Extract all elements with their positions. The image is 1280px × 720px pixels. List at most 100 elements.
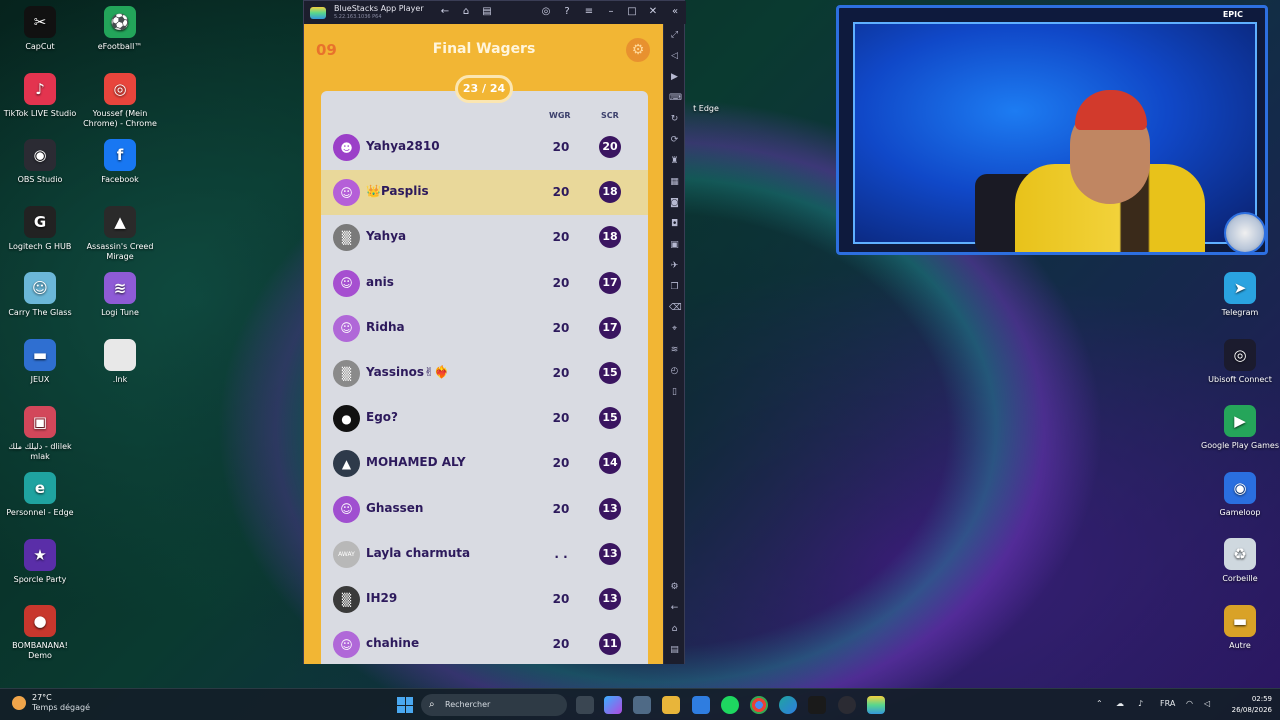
bluestacks-version: 5.22.163.1036 P64 <box>334 13 382 20</box>
bluestacks-titlebar[interactable]: BlueStacks App Player 5.22.163.1036 P64 … <box>304 1 686 24</box>
tray-wifi-icon[interactable]: ◠ <box>1186 699 1193 708</box>
account-icon[interactable]: ◎ <box>539 5 553 19</box>
desktop-icon-corbeille[interactable]: ♻ Corbeille <box>1200 538 1280 584</box>
desktop-icon-autre[interactable]: ▬ Autre <box>1200 605 1280 651</box>
player-score: 14 <box>599 452 621 475</box>
gamepad-icon[interactable]: ♜ <box>669 156 680 167</box>
tray-overflow-icon[interactable]: ⌃ <box>1096 699 1103 708</box>
player-row[interactable]: AWAY Layla charmuta . . 13 <box>321 532 648 577</box>
desktop-icon-google-play-games[interactable]: ▶ Google Play Games <box>1200 405 1280 451</box>
player-row[interactable]: ▒ Yassinos✌❤‍🔥 20 15 <box>321 351 648 396</box>
sync-icon[interactable]: ↻ <box>669 114 680 125</box>
desktop-icon-obs-studio[interactable]: ◉ OBS Studio <box>0 139 80 185</box>
player-avatar-glyph: ☺ <box>340 637 353 652</box>
tray-volume-icon[interactable]: ◁ <box>1204 699 1210 708</box>
player-row[interactable]: ▒ Yahya 20 18 <box>321 215 648 260</box>
bluestacks-taskbar-icon[interactable] <box>867 696 885 714</box>
player-row[interactable]: ☺ Ghassen 20 13 <box>321 487 648 532</box>
volume-icon[interactable]: ◁ <box>669 51 680 62</box>
desktop-icon-efootball[interactable]: ⚽ eFootball™ <box>80 6 160 52</box>
fullscreen-icon[interactable]: ⤢ <box>669 30 680 41</box>
sidebar-recent-icon[interactable]: ▤ <box>669 645 680 656</box>
player-row[interactable]: ☺ anis 20 17 <box>321 261 648 306</box>
desktop-icon-ubisoft-connect[interactable]: ◎ Ubisoft Connect <box>1200 338 1280 385</box>
media-folder-icon[interactable]: ▣ <box>669 240 680 251</box>
player-row[interactable]: ● Ego? 20 15 <box>321 396 648 441</box>
edge-icon[interactable] <box>779 696 797 714</box>
answer-counter: 23 / 24 <box>455 75 513 103</box>
collapse-sidebar-icon[interactable]: « <box>668 5 682 19</box>
airplane-icon[interactable]: ✈ <box>669 261 680 272</box>
mail-icon[interactable] <box>692 696 710 714</box>
desktop-icon-logitech-g-hub[interactable]: G Logitech G HUB <box>0 205 80 252</box>
copy-icon[interactable]: ❐ <box>669 282 680 293</box>
player-row[interactable]: ▲ MOHAMED ALY 20 14 <box>321 441 648 486</box>
macro-icon[interactable]: ▦ <box>669 177 680 188</box>
desktop-icon-bombanana-demo[interactable]: ● BOMBANANA! Demo <box>0 605 80 661</box>
desktop-icon-youssef-mein-chrome-chrome[interactable]: ◎ Youssef (Mein Chrome) - Chrome <box>80 72 160 129</box>
desktop-icon-assassin-s-creed-mirage[interactable]: ▲ Assassin's Creed Mirage <box>80 205 160 262</box>
desktop-icon-gameloop[interactable]: ◉ Gameloop <box>1200 471 1280 518</box>
location-icon[interactable]: ⌖ <box>669 324 680 335</box>
sidebar-settings-icon[interactable]: ⚙ <box>669 582 680 593</box>
rotate-icon[interactable]: ⟳ <box>669 135 680 146</box>
minimize-icon[interactable]: – <box>604 5 618 19</box>
multi-instance-icon[interactable]: ▤ <box>480 5 494 19</box>
taskbar-search[interactable]: ⌕ Rechercher <box>421 694 567 716</box>
desktop-icon-carry-the-glass[interactable]: ☺ Carry The Glass <box>0 272 80 318</box>
chrome-icon[interactable] <box>750 696 768 714</box>
taskbar-clock[interactable]: 02:59 26/08/2026 <box>1220 694 1272 716</box>
layers-icon[interactable]: ≋ <box>669 345 680 356</box>
keyboard-icon[interactable]: ⌨ <box>669 93 682 104</box>
desktop-icon-lnk[interactable]: .lnk <box>80 339 160 385</box>
store-icon[interactable] <box>633 696 651 714</box>
screenshot-icon[interactable]: ◙ <box>669 198 680 209</box>
task-view-icon[interactable] <box>576 696 594 714</box>
player-score: 13 <box>599 588 621 610</box>
close-icon[interactable]: ✕ <box>646 5 660 19</box>
desktop-icon-personnel-edge[interactable]: e Personnel - Edge <box>0 472 80 518</box>
copilot-icon[interactable] <box>604 696 622 714</box>
desktop-icon-sporcle-party[interactable]: ★ Sporcle Party <box>0 538 80 585</box>
player-avatar: AWAY <box>333 540 360 568</box>
desktop-icon-capcut[interactable]: ✂ CapCut <box>0 6 80 52</box>
back-icon[interactable]: ← <box>438 5 452 19</box>
desktop-icon-tiktok-live-studio[interactable]: ♪ TikTok LIVE Studio <box>0 72 80 119</box>
obs-icon[interactable] <box>838 696 856 714</box>
history-icon[interactable]: ◴ <box>669 366 680 377</box>
spotify-icon[interactable] <box>721 696 739 714</box>
player-row[interactable]: ▒ IH29 20 13 <box>321 577 648 622</box>
eraser-icon[interactable]: ⌫ <box>669 303 682 314</box>
desktop-icon-dlilek-mlak[interactable]: ▣ دليلك ملك - dlilek mlak <box>0 405 80 462</box>
player-row[interactable]: ☺ Ridha 20 17 <box>321 306 648 351</box>
record-icon[interactable]: ◘ <box>669 219 680 230</box>
netflix-icon[interactable] <box>808 696 826 714</box>
desktop-icon-jeux[interactable]: ▬ JEUX <box>0 339 80 385</box>
start-button[interactable] <box>397 697 413 713</box>
language-indicator[interactable]: FRA <box>1160 699 1175 708</box>
media-icon[interactable]: ▶ <box>669 72 680 83</box>
sidebar-back-icon[interactable]: ← <box>669 603 680 614</box>
desktop-icon-logi-tune[interactable]: ≋ Logi Tune <box>80 272 160 318</box>
menu-icon[interactable]: ≡ <box>582 5 596 19</box>
settings-gear-icon[interactable]: ⚙ <box>626 38 650 62</box>
help-icon[interactable]: ? <box>560 5 574 19</box>
home-icon[interactable]: ⌂ <box>459 5 473 19</box>
player-row[interactable]: ☺ 👑Pasplis 20 18 <box>321 170 648 216</box>
personnel-edge-icon: e <box>24 472 56 505</box>
tray-mic-icon[interactable]: ♪ <box>1138 699 1143 708</box>
bluestacks-window[interactable]: BlueStacks App Player 5.22.163.1036 P64 … <box>303 0 686 664</box>
maximize-icon[interactable]: □ <box>625 5 639 19</box>
sidebar-home-icon[interactable]: ⌂ <box>669 624 680 635</box>
desktop-icon-facebook[interactable]: f Facebook <box>80 139 160 185</box>
player-name: chahine <box>366 636 420 651</box>
weather-widget[interactable]: 27°C Temps dégagé <box>12 693 90 713</box>
player-avatar-glyph: AWAY <box>338 550 355 558</box>
file-explorer-icon[interactable] <box>662 696 680 714</box>
split-icon[interactable]: ▯ <box>669 387 680 398</box>
tray-network-icon[interactable]: ☁ <box>1116 699 1124 708</box>
desktop-icon-label: Corbeille <box>1222 574 1258 584</box>
player-row[interactable]: ☻ Yahya2810 20 20 <box>321 125 648 170</box>
desktop-icon-telegram[interactable]: ➤ Telegram <box>1200 272 1280 318</box>
player-row[interactable]: ☺ chahine 20 11 <box>321 622 648 664</box>
